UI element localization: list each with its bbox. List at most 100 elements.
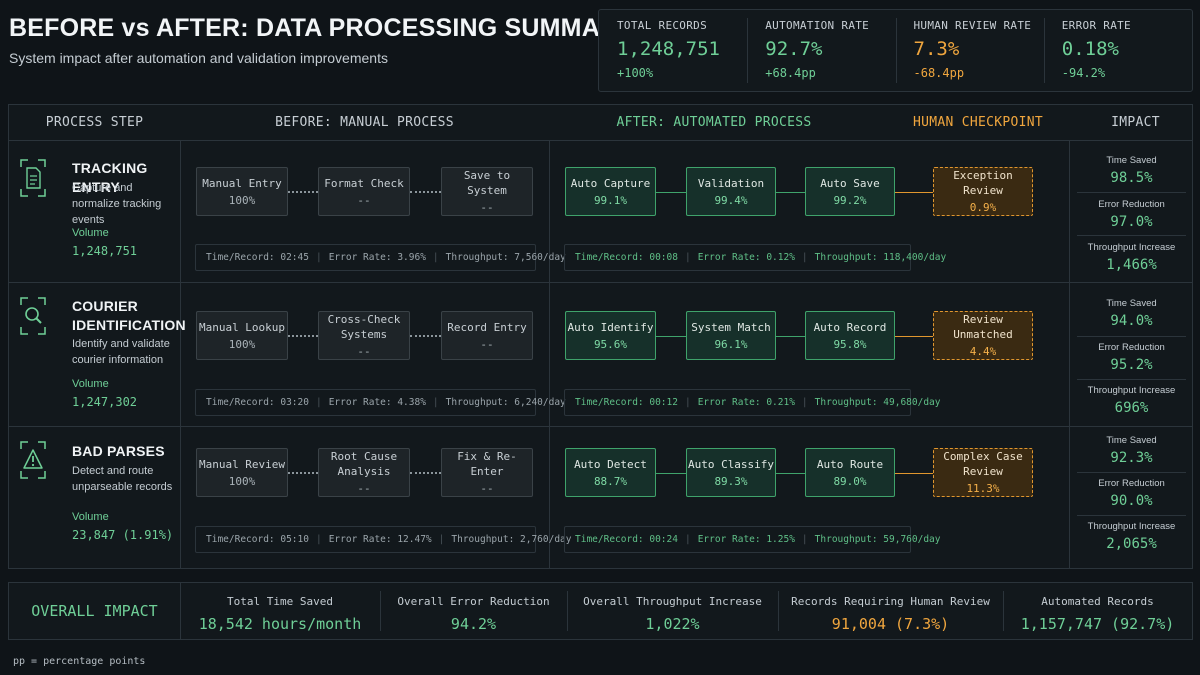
auto-step-box: Auto Classify 89.3% <box>686 448 776 497</box>
human-checkpoint-box: Exception Review 0.9% <box>933 167 1033 216</box>
step-label: Auto Detect <box>574 457 647 471</box>
footer-stat-value: 91,004 (7.3%) <box>831 615 950 633</box>
step-value: 0.9% <box>969 201 997 214</box>
impact-item: Error Reduction 95.2% <box>1077 342 1186 373</box>
connector <box>776 473 805 474</box>
manual-metrics-bar: Time/Record: 03:20 | Error Rate: 4.38% | T… <box>195 389 566 416</box>
connector <box>288 335 318 337</box>
kpi-label: AUTOMATION RATE <box>765 19 870 32</box>
step-value: 11.3% <box>966 482 1000 495</box>
step-value: 95.6% <box>593 337 628 351</box>
auto-metrics-bar: Time/Record: 00:08 | Error Rate: 0.12% | T… <box>564 244 946 271</box>
manual-step-box: Manual Lookup 100% <box>196 311 288 360</box>
step-label: Cross-Check Systems <box>327 313 401 341</box>
kpi-delta: -94.2% <box>1061 66 1106 80</box>
metric: Throughput: 49,680/day <box>814 397 941 408</box>
footer-stat-label: Records Requiring Human Review <box>791 595 990 608</box>
connector <box>288 191 318 193</box>
step-value: 100% <box>228 193 256 207</box>
connector <box>288 472 318 474</box>
volume-label: Volume <box>72 227 109 239</box>
step-value: 89.0% <box>833 474 867 488</box>
metric: Error Rate: 3.96% <box>328 252 426 263</box>
step-value: 4.4% <box>969 345 997 358</box>
kpi-total-records: TOTAL RECORDS 1,248,751 +100% <box>599 10 747 91</box>
impact-item: Time Saved 98.5% <box>1077 155 1186 186</box>
footer-stat: Records Requiring Human Review 91,004 (7… <box>778 583 1003 639</box>
kpi-delta: +100% <box>617 66 654 80</box>
connector <box>776 192 805 193</box>
impact-item: Time Saved 92.3% <box>1077 435 1186 466</box>
kpi-value: 1,248,751 <box>617 38 720 60</box>
impact-value: 1,466% <box>1106 257 1157 273</box>
manual-step-box: Manual Entry 100% <box>196 167 288 216</box>
step-value: 99.1% <box>593 193 628 207</box>
footer-title: OVERALL IMPACT <box>31 602 158 620</box>
step-value: 99.2% <box>833 193 867 207</box>
auto-step-box: Auto Capture 99.1% <box>565 167 656 216</box>
step-value: 99.4% <box>714 193 748 207</box>
divider <box>1077 192 1186 193</box>
manual-step-box: Fix & Re-Enter -- <box>441 448 533 497</box>
step-label: Format Check <box>324 176 404 190</box>
impact-value: 94.0% <box>1110 313 1153 329</box>
footer-stat-value: 94.2% <box>450 615 497 633</box>
footer-stat-label: Automated Records <box>1041 595 1154 608</box>
kpi-delta: -68.4pp <box>913 66 965 80</box>
impact-label: Throughput Increase <box>1087 521 1176 532</box>
metric: Throughput: 2,760/day <box>451 534 572 545</box>
metric: Error Rate: 4.38% <box>328 397 426 408</box>
footer-stat-label: Overall Error Reduction <box>397 595 550 608</box>
step-value: 89.3% <box>714 474 748 488</box>
auto-metrics-bar: Time/Record: 00:12 | Error Rate: 0.21% | T… <box>564 389 941 416</box>
divider <box>549 140 550 568</box>
auto-metrics-bar: Time/Record: 00:24 | Error Rate: 1.25% | T… <box>564 526 941 553</box>
divider <box>9 140 1192 141</box>
metric: Error Rate: 12.47% <box>328 534 432 545</box>
impact-value: 92.3% <box>1110 450 1153 466</box>
metric: Time/Record: 02:45 <box>206 252 309 263</box>
step-name: BAD PARSES <box>72 443 165 459</box>
impact-label: Throughput Increase <box>1087 242 1176 253</box>
impact-value: 2,065% <box>1106 536 1157 552</box>
connector <box>895 473 933 474</box>
manual-step-box: Format Check -- <box>318 167 410 216</box>
step-label: Root Cause Analysis <box>330 450 398 478</box>
human-checkpoint-box: Review Unmatched 4.4% <box>933 311 1033 360</box>
metric: Time/Record: 00:12 <box>575 397 678 408</box>
metric: Error Rate: 0.12% <box>697 252 795 263</box>
footer-stat: Total Time Saved 18,542 hours/month <box>180 583 380 639</box>
step-label: Auto Classify <box>687 457 775 471</box>
step-description: Capture and normalize tracking events <box>72 182 162 226</box>
step-label: Exception Review <box>953 169 1013 197</box>
overall-impact-footer: OVERALL IMPACT Total Time Saved 18,542 h… <box>8 582 1193 640</box>
auto-step-box: Auto Detect 88.7% <box>565 448 656 497</box>
divider <box>1077 336 1186 337</box>
volume-value: 1,247,302 <box>72 395 138 409</box>
page-title: BEFORE vs AFTER: DATA PROCESSING SUMMARY <box>9 14 635 42</box>
step-label: Validation <box>697 176 765 190</box>
impact-value: 696% <box>1114 400 1149 416</box>
step-label: Auto Route <box>816 457 884 471</box>
metric: Time/Record: 00:08 <box>575 252 678 263</box>
column-header-after: AFTER: AUTOMATED PROCESS <box>616 115 812 130</box>
metric: Time/Record: 05:10 <box>206 534 309 545</box>
impact-item: Throughput Increase 696% <box>1077 385 1186 416</box>
divider <box>1077 515 1186 516</box>
auto-step-box: Validation 99.4% <box>686 167 776 216</box>
connector <box>656 192 686 193</box>
impact-item: Error Reduction 97.0% <box>1077 199 1186 230</box>
human-checkpoint-box: Complex Case Review 11.3% <box>933 448 1033 497</box>
metric: Time/Record: 03:20 <box>206 397 309 408</box>
step-label: Auto Capture <box>570 176 651 190</box>
manual-step-box: Manual Review 100% <box>196 448 288 497</box>
impact-item: Throughput Increase 1,466% <box>1077 242 1186 273</box>
step-description: Detect and route unparseable records <box>72 465 173 493</box>
step-description: Identify and validate courier informatio… <box>72 338 170 366</box>
divider <box>9 426 1192 427</box>
footer-stat: Automated Records 1,157,747 (92.7%) <box>1003 583 1192 639</box>
manual-step-box: Cross-Check Systems -- <box>318 311 410 360</box>
step-label: Manual Review <box>198 457 286 471</box>
impact-value: 97.0% <box>1110 214 1153 230</box>
footer-stat-label: Total Time Saved <box>227 595 333 608</box>
